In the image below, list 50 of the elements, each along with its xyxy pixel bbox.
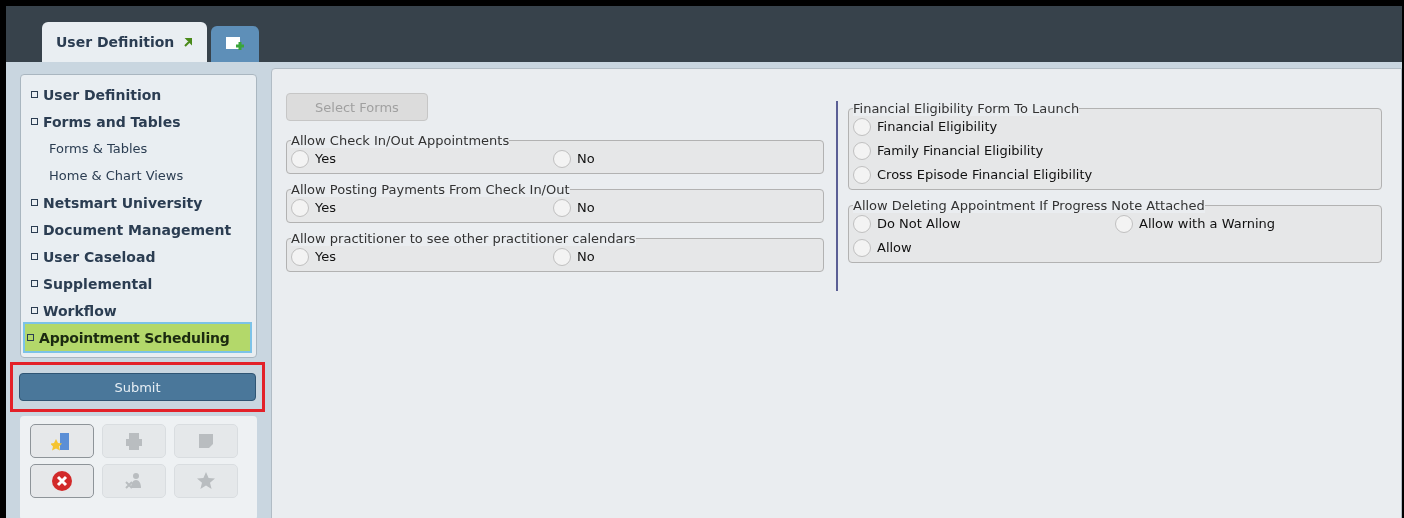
radio-button[interactable] [853,117,871,136]
printer-icon [124,431,144,451]
radio-option[interactable]: Yes [291,148,553,169]
nav-item[interactable]: User Caseload [25,243,250,270]
nav-item[interactable]: Supplemental [25,270,250,297]
tab[interactable]: User Definition [42,22,208,62]
radio-button[interactable] [853,141,871,160]
add-page-icon [225,35,246,53]
nav-item[interactable]: Workflow [25,297,250,324]
radio-button[interactable] [853,165,871,184]
radio-button[interactable] [291,149,309,168]
nav-item[interactable]: Home & Chart Views [25,162,250,189]
tool-button[interactable] [30,464,94,498]
radio-button[interactable] [553,198,571,217]
radio-option[interactable]: Do Not Allow [853,213,1115,234]
radio-button[interactable] [853,238,871,257]
radio-option[interactable]: Cross Episode Financial Eligibility [853,164,1377,185]
radio-option[interactable]: No [553,197,819,218]
radio-option[interactable]: Allow with a Warning [1115,213,1377,234]
nav-item[interactable]: User Definition [25,81,250,108]
group-title: Allow practitioner to see other practitioner calendars [291,231,636,246]
radio-option[interactable]: Yes [291,246,553,267]
radio-button[interactable] [291,198,309,217]
tab[interactable] [211,26,260,62]
radio-option[interactable]: Family Financial Eligibility [853,140,1377,161]
radio-option[interactable]: No [553,246,819,267]
group-title: Allow Check In/Out Appointments [291,133,510,148]
close-icon [51,470,73,492]
group-title: Allow Deleting Appointment If Progress Note Attached [853,198,1205,213]
radio-option[interactable]: No [553,148,819,169]
group-title: Financial Eligibility Form To Launch [853,101,1080,116]
nav-item[interactable]: Forms & Tables [25,135,250,162]
nav-item[interactable]: Netsmart University [25,189,250,216]
group-title: Allow Posting Payments From Check In/Out [291,182,570,197]
radio-button[interactable] [853,214,871,233]
radio-option[interactable]: Financial Eligibility [853,116,1377,137]
radio-button[interactable] [553,247,571,266]
radio-button[interactable] [553,149,571,168]
star-icon [196,471,216,491]
note-icon [197,432,215,450]
nav-item[interactable]: Appointment Scheduling [25,324,250,351]
radio-button[interactable] [1115,214,1133,233]
nav-item[interactable]: Document Management [25,216,250,243]
tool-button[interactable] [30,424,94,458]
radio-option[interactable]: Allow [853,237,1115,258]
radio-option[interactable]: Yes [291,197,553,218]
nav-item[interactable]: Forms and Tables [25,108,250,135]
radio-button[interactable] [291,247,309,266]
submit-button[interactable]: Submit [19,373,256,401]
pin-icon [184,37,194,47]
